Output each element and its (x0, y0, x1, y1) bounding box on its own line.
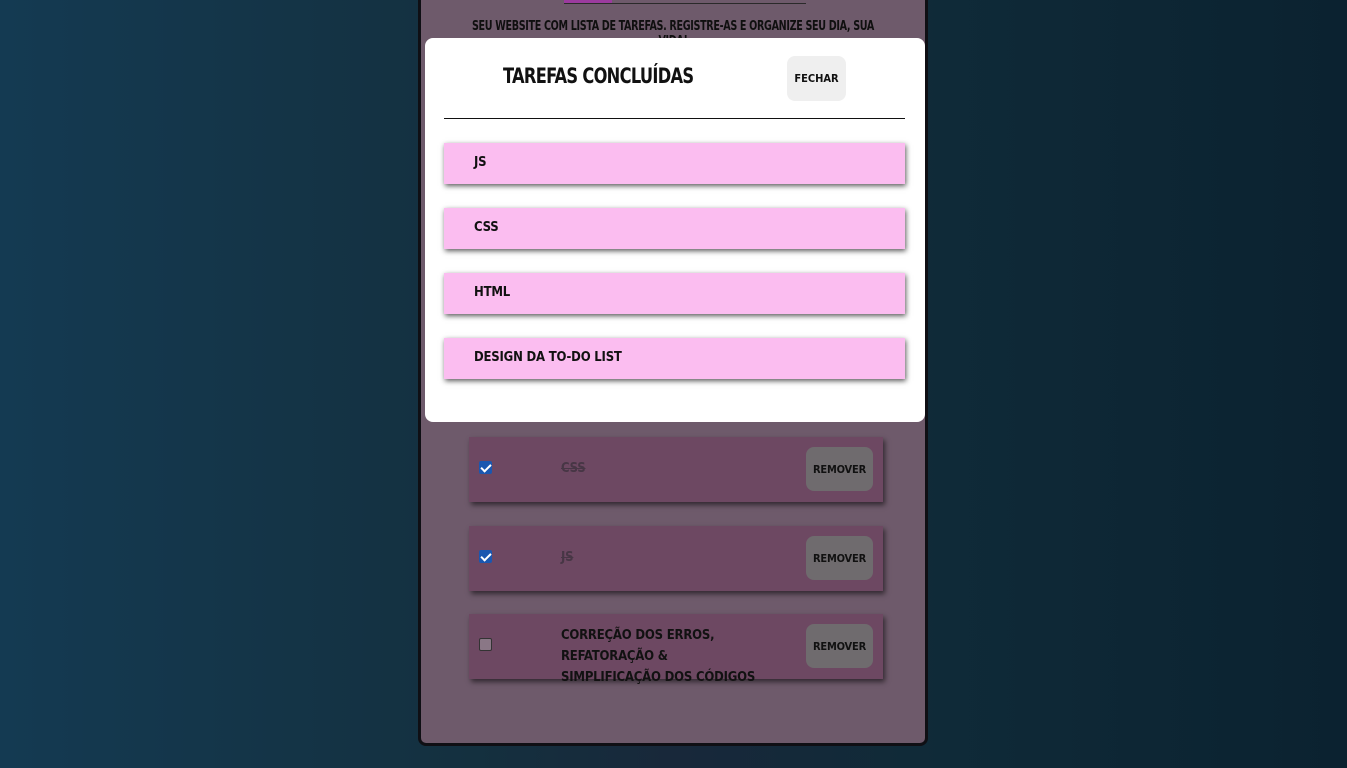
completed-task-text: HTML (474, 285, 511, 300)
completed-task-item: HTML (444, 273, 905, 314)
task-checkbox[interactable] (479, 550, 492, 563)
task-checkbox[interactable] (479, 638, 492, 651)
completed-task-item: Design da To-Do List (444, 338, 905, 379)
remove-task-button[interactable]: Remover (806, 447, 873, 491)
task-text: JS (561, 550, 574, 565)
remove-task-button[interactable]: Remover (806, 536, 873, 580)
completed-task-text: JS (474, 155, 487, 170)
task-item: JS Remover (469, 526, 883, 591)
task-item: Correção dos erros, refatoração & simpli… (469, 614, 883, 685)
progress-bar-fill (564, 0, 612, 3)
close-button[interactable]: Fechar (787, 56, 846, 101)
completed-tasks-modal: Tarefas concluídas Fechar JS CSS HTML De… (425, 38, 925, 422)
remove-task-button[interactable]: Remover (806, 624, 873, 668)
task-text: Correção dos erros, refatoração & simpli… (561, 628, 756, 685)
task-item: CSS Remover (469, 437, 883, 502)
modal-divider (444, 118, 905, 119)
completed-task-text: CSS (474, 220, 499, 235)
progress-bar (564, 0, 806, 4)
modal-title: Tarefas concluídas (503, 64, 694, 88)
completed-task-item: CSS (444, 208, 905, 249)
task-text: CSS (561, 461, 586, 476)
completed-task-item: JS (444, 143, 905, 184)
completed-task-text: Design da To-Do List (474, 350, 622, 365)
task-checkbox[interactable] (479, 461, 492, 474)
